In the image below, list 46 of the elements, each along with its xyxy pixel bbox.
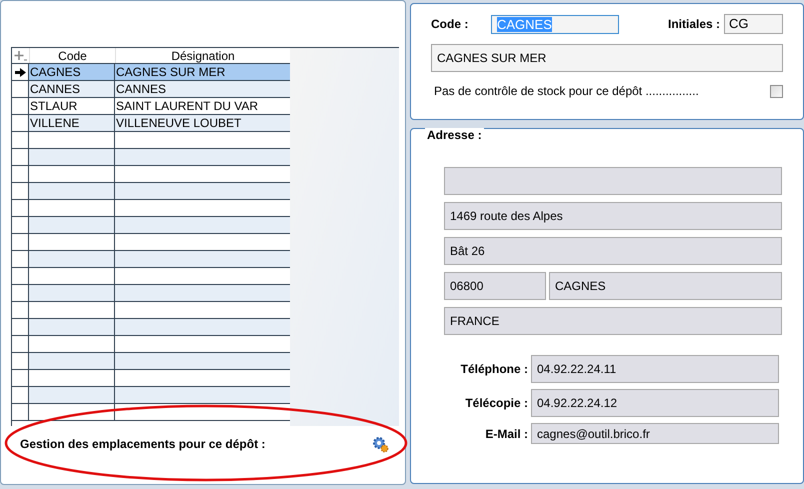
address-legend: Adresse :: [425, 128, 484, 142]
initials-value: CG: [729, 15, 748, 34]
postal-code-value: 06800: [450, 278, 484, 295]
contact-label: E-Mail :: [484, 426, 529, 442]
contact-value: cagnes@outil.brico.fr: [537, 426, 650, 442]
name-field[interactable]: CAGNES SUR MER: [431, 44, 783, 72]
city-field[interactable]: CAGNES: [549, 272, 782, 300]
table-cell: CAGNES SUR MER: [115, 64, 290, 80]
address-line-value: 1469 route des Alpes: [450, 208, 563, 225]
table-cell: VILLENE: [29, 115, 115, 131]
address-line-value: Bât 26: [450, 243, 485, 260]
address-line-field[interactable]: 1469 route des Alpes: [444, 202, 782, 230]
depot-row[interactable]: CANNES CANNES: [12, 81, 290, 98]
settings-icon[interactable]: [372, 436, 389, 452]
postal-code-field[interactable]: 06800: [444, 272, 546, 300]
stock-control-checkbox[interactable]: [770, 84, 783, 98]
depot-row[interactable]: STLAUR SAINT LAURENT DU VAR: [12, 98, 290, 115]
name-value: CAGNES SUR MER: [437, 50, 546, 67]
address-line-field[interactable]: Bât 26: [444, 237, 782, 265]
depot-row[interactable]: VILLENE VILLENEUVE LOUBET: [12, 115, 290, 132]
initials-field[interactable]: CG: [724, 14, 783, 34]
stock-control-label: Pas de contrôle de stock pour ce dépôt ................: [434, 83, 699, 100]
country-field[interactable]: FRANCE: [444, 307, 782, 335]
locations-label: Gestion des emplacements pour ce dépôt :: [20, 436, 266, 453]
contact-field[interactable]: 04.92.22.24.11: [531, 355, 779, 383]
table-cell: CANNES: [115, 81, 290, 97]
contact-field[interactable]: cagnes@outil.brico.fr: [531, 423, 779, 444]
table-cell: CANNES: [29, 81, 115, 97]
table-cell: STLAUR: [29, 98, 115, 114]
add-row-icon[interactable]: [14, 50, 28, 62]
initials-label: Initiales :: [668, 16, 720, 33]
table-cell: VILLENEUVE LOUBET: [115, 115, 290, 131]
current-row-arrow-icon: [14, 68, 26, 76]
contact-label: Téléphone :: [460, 361, 529, 378]
address-line-field[interactable]: [444, 167, 782, 195]
contact-value: 04.92.22.24.11: [537, 361, 616, 378]
code-label: Code :: [431, 16, 470, 33]
city-value: CAGNES: [555, 278, 606, 295]
contact-label: Télécopie :: [464, 395, 529, 412]
column-header[interactable]: Code: [29, 48, 115, 63]
country-value: FRANCE: [450, 313, 500, 330]
contact-value: 04.92.22.24.12: [537, 395, 618, 412]
depot-row[interactable]: CAGNES CAGNES SUR MER: [12, 64, 290, 81]
table-cell: CAGNES: [29, 64, 115, 80]
contact-field[interactable]: 04.92.22.24.12: [531, 389, 779, 417]
code-value: CAGNES: [497, 16, 552, 32]
